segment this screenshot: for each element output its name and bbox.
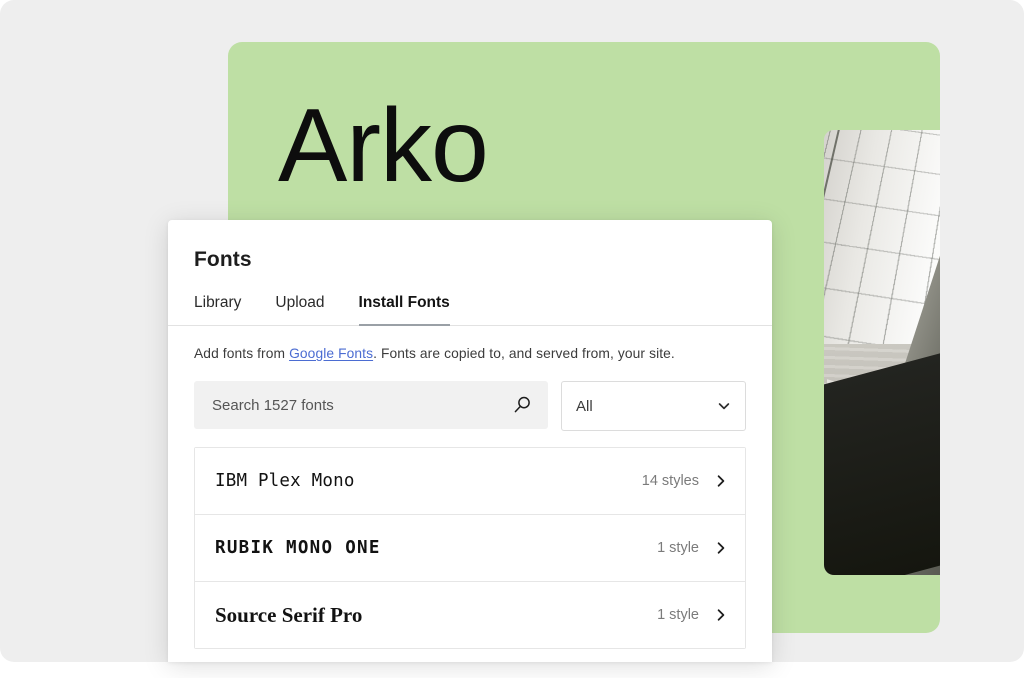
table-row[interactable]: RUBIK MONO ONE 1 style — [195, 515, 745, 582]
font-name: RUBIK MONO ONE — [215, 538, 381, 558]
tab-library-label: Library — [194, 294, 242, 311]
tab-upload-label: Upload — [275, 294, 325, 311]
architecture-photo — [824, 130, 940, 575]
font-category-value: All — [576, 397, 593, 415]
google-fonts-link[interactable]: Google Fonts — [289, 346, 373, 361]
dialog-body: Add fonts from Google Fonts. Fonts are c… — [168, 326, 772, 649]
font-style-count: 1 style — [657, 540, 699, 556]
screenshot-stage: Arko Fonts Library Upload Install Fonts … — [0, 0, 1024, 678]
dialog-header: Fonts Library Upload Install Fonts — [168, 220, 772, 326]
page-title: Fonts — [194, 248, 252, 271]
tab-bar: Library Upload Install Fonts — [194, 294, 746, 326]
tab-install-fonts[interactable]: Install Fonts — [358, 294, 451, 326]
font-name: IBM Plex Mono — [215, 471, 355, 491]
chevron-down-icon[interactable] — [717, 399, 731, 413]
font-category-select[interactable]: All — [561, 381, 746, 431]
install-description: Add fonts from Google Fonts. Fonts are c… — [194, 346, 746, 361]
search-icon[interactable] — [512, 395, 532, 415]
font-style-count: 1 style — [657, 607, 699, 623]
font-list: IBM Plex Mono 14 styles RUBIK MONO ONE 1… — [194, 447, 746, 649]
tab-library[interactable]: Library — [194, 294, 241, 325]
font-style-count: 14 styles — [641, 473, 699, 489]
photo-inner — [824, 130, 940, 575]
install-description-prefix: Add fonts from — [194, 346, 290, 361]
table-row[interactable]: Source Serif Pro 1 style — [195, 582, 745, 648]
promo-title: Arko — [278, 88, 489, 204]
tab-install-fonts-label: Install Fonts — [358, 294, 450, 311]
search-row: All — [194, 381, 746, 431]
tab-upload[interactable]: Upload — [275, 294, 324, 325]
chevron-right-icon[interactable] — [715, 541, 727, 555]
fonts-dialog: Fonts Library Upload Install Fonts Add f… — [168, 220, 772, 662]
search-input[interactable] — [210, 395, 512, 415]
install-description-suffix: . Fonts are copied to, and served from, … — [373, 346, 675, 361]
table-row[interactable]: IBM Plex Mono 14 styles — [195, 448, 745, 515]
chevron-right-icon[interactable] — [715, 608, 727, 622]
chevron-right-icon[interactable] — [715, 474, 727, 488]
search-box[interactable] — [194, 381, 548, 429]
font-name: Source Serif Pro — [215, 602, 363, 627]
